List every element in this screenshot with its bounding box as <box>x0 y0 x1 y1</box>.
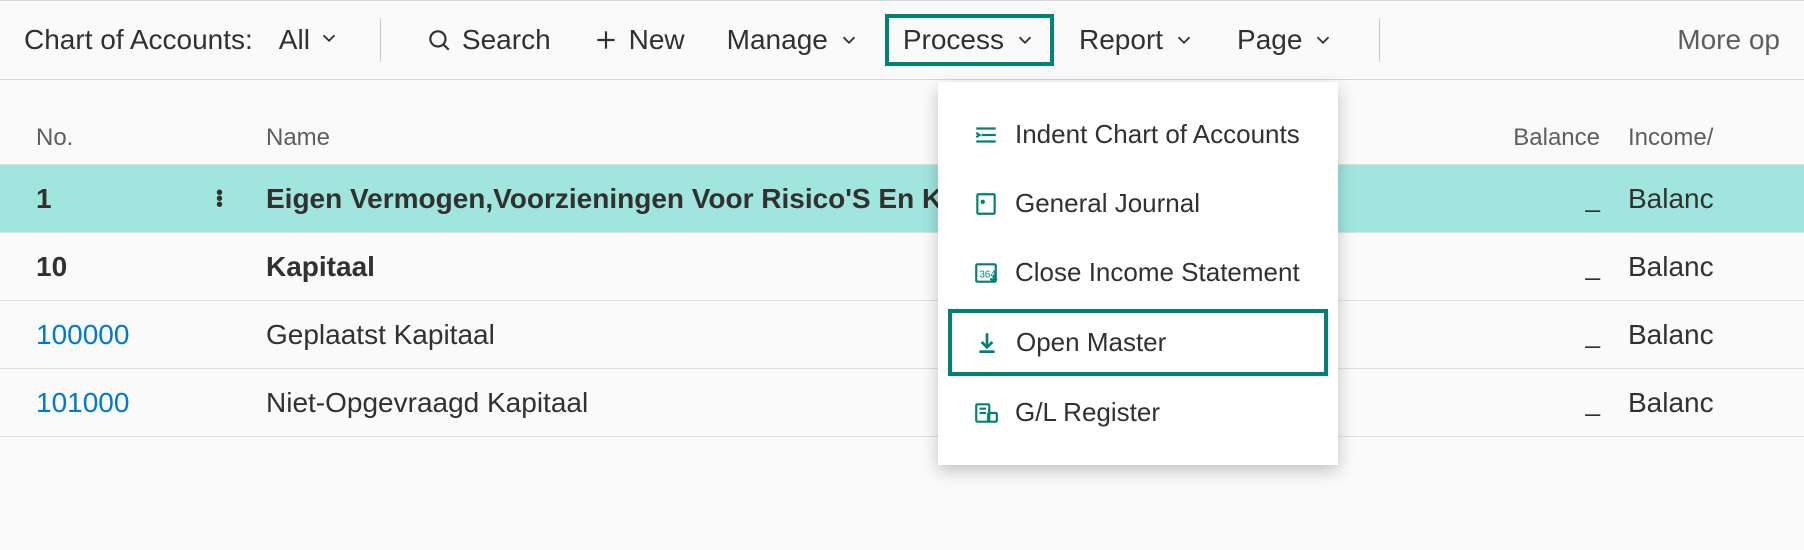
more-options-button[interactable]: More op <box>1677 24 1780 56</box>
cell-balance: _ <box>1450 183 1600 214</box>
report-label: Report <box>1079 24 1163 56</box>
plus-icon <box>593 27 619 53</box>
process-menu: Indent Chart of Accounts General Journal… <box>938 82 1338 465</box>
column-no[interactable]: No. <box>36 124 266 152</box>
manage-dropdown[interactable]: Manage <box>710 15 877 65</box>
page-title: Chart of Accounts: <box>24 24 253 56</box>
chevron-down-icon <box>838 29 860 51</box>
cell-no: 10 <box>36 251 266 283</box>
menu-item-label: G/L Register <box>1015 397 1160 428</box>
row-actions-icon[interactable]: ••• <box>216 190 221 208</box>
cell-no: 1 <box>36 183 266 215</box>
manage-label: Manage <box>727 24 828 56</box>
column-income[interactable]: Income/ <box>1600 124 1780 152</box>
table-body: 1 ••• Eigen Vermogen,Voorzieningen Voor … <box>0 165 1804 437</box>
process-dropdown[interactable]: Process <box>885 14 1054 66</box>
cell-income: Balanc <box>1600 387 1780 419</box>
journal-icon <box>971 189 1001 219</box>
table-row[interactable]: 101000 Niet-Opgevraagd Kapitaal _ Balanc <box>0 369 1804 437</box>
cell-income: Balanc <box>1600 183 1780 215</box>
menu-item-indent-coa[interactable]: Indent Chart of Accounts <box>948 102 1328 167</box>
search-label: Search <box>462 24 551 56</box>
cell-no-link[interactable]: 101000 <box>36 387 266 419</box>
chevron-down-icon <box>1014 29 1036 51</box>
toolbar-divider <box>380 18 381 62</box>
column-balance[interactable]: Balance <box>1450 124 1600 152</box>
table-row[interactable]: 10 Kapitaal _ Balanc <box>0 233 1804 301</box>
cell-income: Balanc <box>1600 251 1780 283</box>
menu-item-close-income[interactable]: 364 Close Income Statement <box>948 240 1328 305</box>
register-icon <box>971 398 1001 428</box>
new-button[interactable]: New <box>576 15 702 65</box>
chevron-down-icon <box>1173 29 1195 51</box>
menu-item-general-journal[interactable]: General Journal <box>948 171 1328 236</box>
table-row[interactable]: 100000 Geplaatst Kapitaal _ Balanc <box>0 301 1804 369</box>
menu-item-label: Open Master <box>1016 327 1166 358</box>
download-icon <box>972 328 1002 358</box>
page-dropdown[interactable]: Page <box>1220 15 1351 65</box>
table-header: No. Name Balance Income/ <box>0 80 1804 165</box>
chevron-down-icon <box>1312 29 1334 51</box>
menu-item-label: Indent Chart of Accounts <box>1015 119 1300 150</box>
cell-balance: _ <box>1450 387 1600 418</box>
cell-balance: _ <box>1450 251 1600 282</box>
page-label: Page <box>1237 24 1302 56</box>
toolbar: Chart of Accounts: All Search New Manage… <box>0 0 1804 80</box>
cell-balance: _ <box>1450 319 1600 350</box>
new-label: New <box>629 24 685 56</box>
cell-no-link[interactable]: 100000 <box>36 319 266 351</box>
cell-income: Balanc <box>1600 319 1780 351</box>
menu-item-open-master[interactable]: Open Master <box>948 309 1328 376</box>
toolbar-divider <box>1379 18 1380 62</box>
process-label: Process <box>903 24 1004 56</box>
close-statement-icon: 364 <box>971 258 1001 288</box>
filter-label: All <box>279 24 310 56</box>
chevron-down-icon <box>318 24 340 56</box>
table-row[interactable]: 1 ••• Eigen Vermogen,Voorzieningen Voor … <box>0 165 1804 233</box>
filter-dropdown[interactable]: All <box>279 24 340 56</box>
menu-item-gl-register[interactable]: G/L Register <box>948 380 1328 445</box>
search-button[interactable]: Search <box>409 15 568 65</box>
indent-icon <box>971 120 1001 150</box>
menu-item-label: Close Income Statement <box>1015 257 1300 288</box>
search-icon <box>426 27 452 53</box>
report-dropdown[interactable]: Report <box>1062 15 1212 65</box>
menu-item-label: General Journal <box>1015 188 1200 219</box>
